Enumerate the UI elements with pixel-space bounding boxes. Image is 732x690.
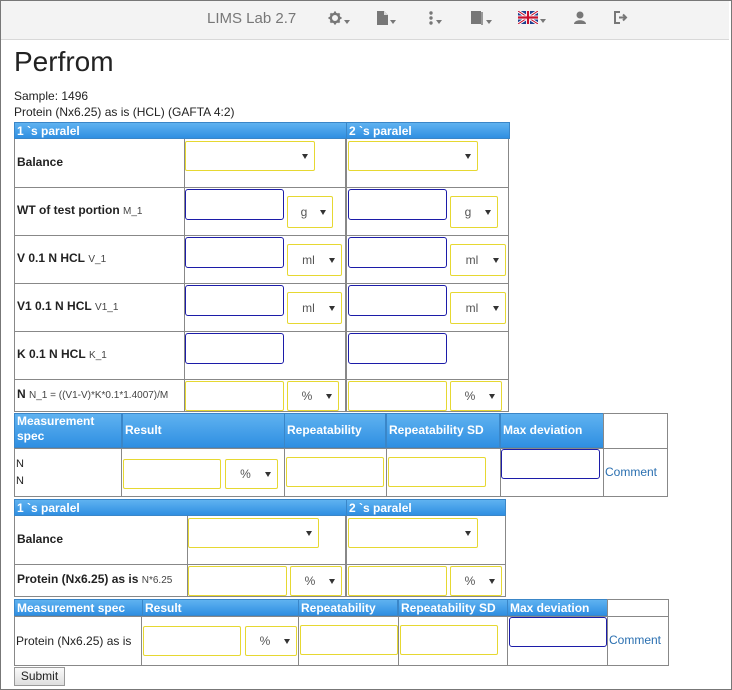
m1-header-max-deviation: Max deviation — [500, 413, 604, 448]
user-menu[interactable] — [574, 11, 586, 27]
m2-max-deviation-input[interactable] — [509, 617, 607, 647]
more-menu[interactable] — [428, 11, 442, 27]
logout-button[interactable] — [614, 11, 628, 27]
m2-result-input[interactable] — [143, 626, 241, 656]
balance-select-2[interactable] — [348, 141, 478, 171]
m1-header-result: Result — [122, 413, 285, 448]
n-unit-select-2[interactable]: % — [450, 381, 502, 411]
v1-input-2[interactable] — [348, 285, 447, 316]
gear-icon — [328, 11, 342, 25]
file-menu[interactable] — [377, 11, 396, 27]
settings-menu[interactable] — [328, 11, 350, 27]
m1-repeatability-sd-input[interactable] — [388, 457, 486, 487]
m2-header-result: Result — [142, 599, 300, 616]
v1-unit-select-2[interactable]: ml — [450, 292, 506, 324]
m2-repeatability-sd-input[interactable] — [400, 625, 498, 655]
uk-flag-icon — [517, 9, 539, 26]
m1-unit-select[interactable]: % — [225, 459, 278, 489]
wt-unit-select-2[interactable]: g — [450, 196, 498, 228]
v-unit-select-2[interactable]: ml — [450, 244, 506, 276]
book-icon — [471, 11, 483, 25]
row-label-k: K 0.1 N HCL K_1 — [17, 347, 107, 361]
p2-col1-header: 1 `s paralel — [14, 499, 347, 516]
p2-protein-unit-select-1[interactable]: % — [290, 566, 342, 596]
p2-protein-result-1[interactable] — [188, 566, 287, 596]
v1-unit-select-1[interactable]: ml — [287, 292, 342, 324]
m2-header-max-deviation: Max deviation — [507, 599, 608, 616]
m2-repeatability-input[interactable] — [300, 625, 398, 655]
v-unit-select-1[interactable]: ml — [287, 244, 342, 276]
wt-input-2[interactable] — [348, 189, 447, 220]
p2-protein-unit-select-2[interactable]: % — [450, 566, 502, 596]
p2-row-label-balance: Balance — [17, 532, 64, 546]
p2-balance-select-2[interactable] — [348, 518, 478, 548]
submit-button[interactable]: Submit — [14, 667, 65, 686]
m1-max-deviation-input[interactable] — [501, 449, 600, 479]
wt-input-1[interactable] — [185, 189, 284, 220]
k-input-1[interactable] — [185, 333, 284, 364]
m2-unit-select[interactable]: % — [245, 626, 297, 656]
m2-header-repeatability-sd: Repeatability SD — [398, 599, 508, 616]
m1-header-repeatability-sd: Repeatability SD — [386, 413, 500, 448]
k-input-2[interactable] — [348, 333, 447, 364]
file-icon — [377, 11, 388, 25]
p2-balance-select-1[interactable] — [188, 518, 319, 548]
wt-unit-select-1[interactable]: g — [287, 196, 333, 228]
language-menu[interactable] — [517, 9, 546, 27]
sample-label: Sample: 1496 — [14, 89, 89, 103]
p2-col2-header: 2 `s paralel — [346, 499, 506, 516]
row-label-v1: V1 0.1 N HCL V1_1 — [17, 299, 119, 313]
user-icon — [574, 11, 586, 24]
m1-spec-line1: N — [16, 458, 24, 470]
p2-protein-result-2[interactable] — [348, 566, 447, 596]
m1-result-input[interactable] — [123, 459, 221, 489]
v1-input-1[interactable] — [185, 285, 284, 316]
brand[interactable]: LIMS Lab 2.7 — [207, 10, 296, 27]
method-label: Protein (Nx6.25) as is (HCL) (GAFTA 4:2) — [14, 105, 235, 119]
n-result-2[interactable] — [348, 381, 447, 411]
m1-repeatability-input[interactable] — [286, 457, 384, 487]
vertical-dots-icon — [429, 11, 433, 25]
m1-spec-line2: N — [16, 475, 24, 487]
row-label-wt: WT of test portion M_1 — [17, 203, 143, 217]
book-menu[interactable] — [471, 11, 492, 27]
balance-select-1[interactable] — [185, 141, 315, 171]
v-input-2[interactable] — [348, 237, 447, 268]
row-label-v: V 0.1 N HCL V_1 — [17, 251, 107, 265]
logout-icon — [614, 11, 628, 24]
n-result-1[interactable] — [185, 381, 284, 411]
row-label-balance: Balance — [17, 155, 64, 169]
p2-row-label-protein: Protein (Nx6.25) as is N*6.25 — [17, 572, 173, 586]
v-input-1[interactable] — [185, 237, 284, 268]
row-label-n: N N_1 = ((V1-V)*K*0.1*1.4007)/M — [17, 387, 169, 401]
m2-spec-label: Protein (Nx6.25) as is — [16, 634, 132, 648]
m2-header-repeatability: Repeatability — [298, 599, 398, 616]
col2-header: 2 `s paralel — [346, 122, 510, 139]
m2-comment-link[interactable]: Comment — [609, 633, 661, 647]
m1-comment-link[interactable]: Comment — [605, 465, 657, 479]
m2-header-spec: Measurement spec — [14, 599, 143, 616]
m1-header-repeatability: Repeatability — [284, 413, 386, 448]
col1-header: 1 `s paralel — [14, 122, 347, 139]
n-unit-select-1[interactable]: % — [287, 381, 339, 411]
page-title: Perfrom — [14, 46, 114, 77]
m1-header-spec: Measurement spec — [14, 413, 122, 448]
navbar: LIMS Lab 2.7 — [1, 1, 729, 40]
